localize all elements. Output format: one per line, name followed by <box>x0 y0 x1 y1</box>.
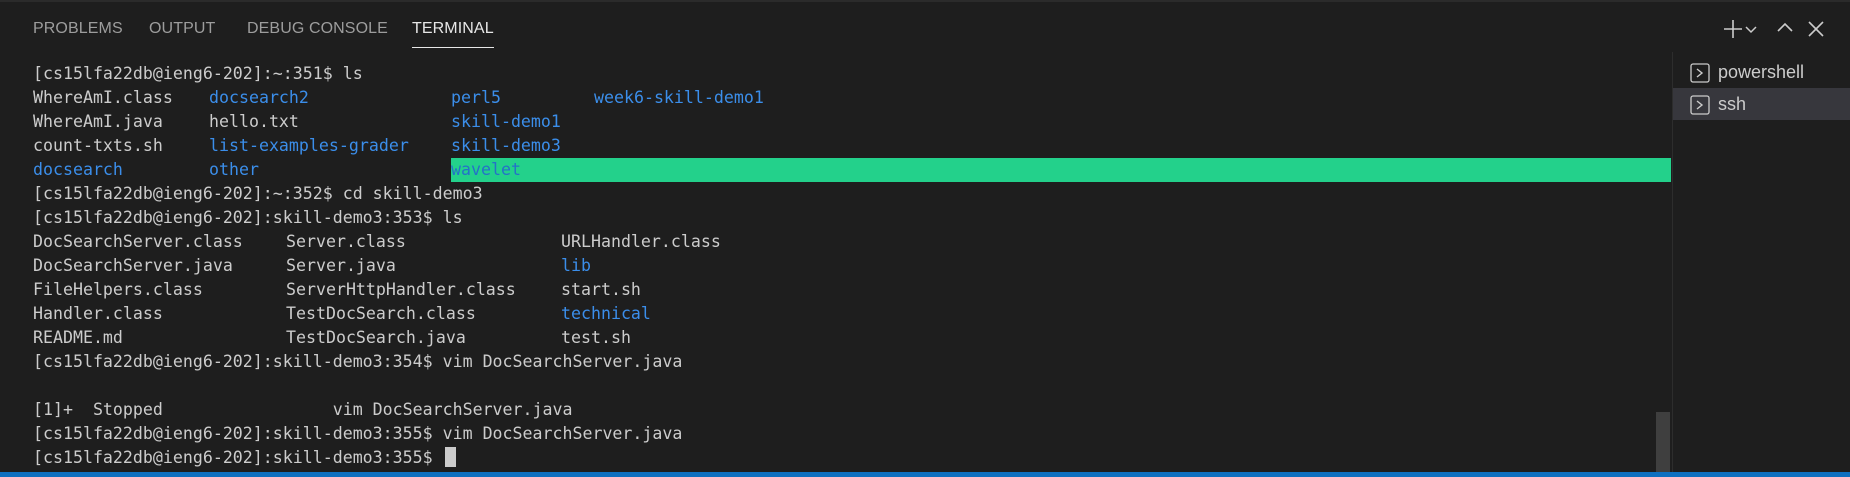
tab-debug-console[interactable]: DEBUG CONSOLE <box>247 20 388 50</box>
directory-entry: docsearch2 <box>209 88 309 107</box>
tab-problems[interactable]: PROBLEMS <box>33 20 123 50</box>
terminal-prompt-line: [cs15lfa22db@ieng6-202]:skill-demo3:355$ <box>33 446 1653 470</box>
chevron-down-icon <box>1745 26 1757 34</box>
file-entry: README.md <box>33 328 123 347</box>
terminal-line: WhereAmI.class docsearch2 perl5 week6-sk… <box>33 86 1653 110</box>
terminal-line: count-txts.sh list-examples-grader skill… <box>33 134 1653 158</box>
terminal-line: README.md TestDocSearch.java test.sh <box>33 326 1653 350</box>
terminal-icon <box>1690 95 1710 115</box>
directory-entry: list-examples-grader <box>209 136 409 155</box>
file-entry: hello.txt <box>209 112 299 131</box>
terminal-line: Handler.class TestDocSearch.class techni… <box>33 302 1653 326</box>
terminal-scrollbar[interactable] <box>1656 412 1670 477</box>
directory-entry: other <box>209 160 259 179</box>
terminal-line: WhereAmI.java hello.txt skill-demo1 <box>33 110 1653 134</box>
terminal-line: [1]+ Stopped vim DocSearchServer.java <box>33 400 573 419</box>
terminal-line: [cs15lfa22db@ieng6-202]:~:351$ ls <box>33 64 363 83</box>
directory-entry: skill-demo1 <box>451 112 561 131</box>
file-entry: WhereAmI.java <box>33 112 163 131</box>
terminal-line-empty <box>33 374 1653 398</box>
file-entry: DocSearchServer.class <box>33 232 243 251</box>
highlighted-directory-entry: wavelet <box>451 158 1671 182</box>
launch-profile-button[interactable] <box>1742 14 1760 44</box>
terminal-line: [cs15lfa22db@ieng6-202]:~:352$ cd skill-… <box>33 184 483 203</box>
chevron-up-icon <box>1777 22 1793 32</box>
terminal-tab-powershell[interactable]: powershell <box>1673 56 1850 88</box>
terminal-line: FileHelpers.class ServerHttpHandler.clas… <box>33 278 1653 302</box>
status-bar-edge <box>0 472 1850 477</box>
file-entry: TestDocSearch.java <box>286 328 466 347</box>
directory-entry: perl5 <box>451 88 501 107</box>
directory-entry: lib <box>561 256 591 275</box>
close-panel-button[interactable] <box>1803 14 1829 44</box>
directory-entry: skill-demo3 <box>451 136 561 155</box>
terminal-line: docsearch other wavelet <box>33 158 1671 182</box>
terminal-tabs-list: powershell ssh <box>1672 52 1850 477</box>
terminal-line: DocSearchServer.class Server.class URLHa… <box>33 230 1653 254</box>
directory-entry: technical <box>561 304 651 323</box>
terminal-output[interactable]: [cs15lfa22db@ieng6-202]:~:351$ ls WhereA… <box>33 62 1671 477</box>
terminal-tab-ssh[interactable]: ssh <box>1673 88 1850 120</box>
file-entry: test.sh <box>561 328 631 347</box>
terminal-tab-label: powershell <box>1718 62 1805 82</box>
maximize-panel-button[interactable] <box>1772 14 1798 44</box>
file-entry: TestDocSearch.class <box>286 304 476 323</box>
file-entry: DocSearchServer.java <box>33 256 233 275</box>
terminal-icon <box>1690 63 1710 83</box>
tab-output[interactable]: OUTPUT <box>149 20 215 50</box>
file-entry: start.sh <box>561 280 641 299</box>
terminal-line: [cs15lfa22db@ieng6-202]:skill-demo3:354$… <box>33 352 683 371</box>
directory-entry: week6-skill-demo1 <box>594 88 764 107</box>
file-entry: count-txts.sh <box>33 136 163 155</box>
file-entry: URLHandler.class <box>561 232 721 251</box>
tab-terminal[interactable]: TERMINAL <box>412 20 494 50</box>
file-entry: Server.java <box>286 256 396 275</box>
terminal-cursor <box>444 447 456 467</box>
panel-actions <box>1720 14 1850 44</box>
terminal-tab-label: ssh <box>1718 94 1747 114</box>
file-entry: FileHelpers.class <box>33 280 203 299</box>
prompt-text: [cs15lfa22db@ieng6-202]:skill-demo3:355$ <box>33 448 443 467</box>
close-icon <box>1808 21 1824 37</box>
terminal-line: DocSearchServer.java Server.java lib <box>33 254 1653 278</box>
file-entry: Handler.class <box>33 304 163 323</box>
file-entry: ServerHttpHandler.class <box>286 280 516 299</box>
vscode-panel: PROBLEMS OUTPUT DEBUG CONSOLE TERMINAL [… <box>0 0 1850 477</box>
terminal-line: [cs15lfa22db@ieng6-202]:skill-demo3:353$… <box>33 208 463 227</box>
terminal-line: [cs15lfa22db@ieng6-202]:skill-demo3:355$… <box>33 424 683 443</box>
directory-entry: docsearch <box>33 160 123 179</box>
file-entry: WhereAmI.class <box>33 88 173 107</box>
panel-tabs: PROBLEMS OUTPUT DEBUG CONSOLE TERMINAL <box>0 0 1700 50</box>
file-entry: Server.class <box>286 232 406 251</box>
